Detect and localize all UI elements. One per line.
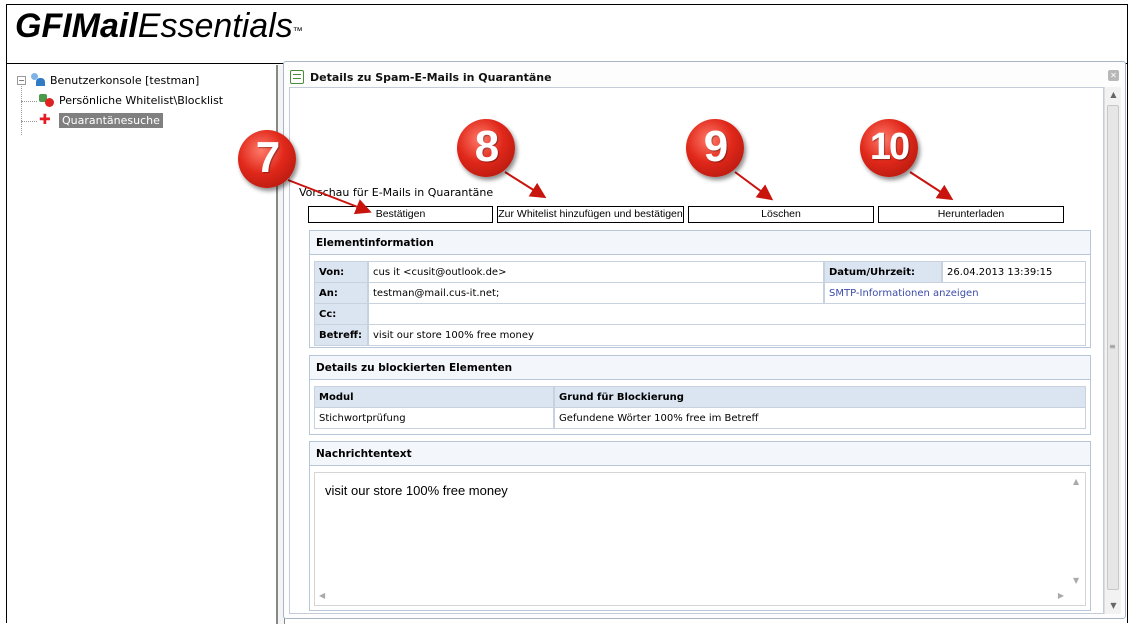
scrollbar-grip-icon: ≡ bbox=[1109, 342, 1116, 351]
section-title: Nachrichtentext bbox=[310, 442, 1090, 466]
callout-number: 9 bbox=[703, 122, 728, 171]
section-title: Elementinformation bbox=[310, 231, 1090, 255]
scroll-left-icon[interactable]: ◀ bbox=[319, 591, 325, 600]
from-value: cus it <cusit@outlook.de> bbox=[368, 261, 824, 283]
table-cell-module: Stichwortprüfung bbox=[314, 407, 554, 429]
tree-item-label: Persönliche Whitelist\Blocklist bbox=[59, 93, 224, 107]
tree-item-user-console[interactable]: − Benutzerkonsole [testman] bbox=[17, 71, 199, 89]
tree-item-label: Benutzerkonsole [testman] bbox=[50, 73, 200, 87]
cc-label: Cc: bbox=[314, 303, 368, 325]
table-cell-reason: Gefundene Wörter 100% free im Betreff bbox=[554, 407, 1086, 429]
whitelist-confirm-button[interactable]: Zur Whitelist hinzufügen und bestätigen bbox=[497, 206, 684, 223]
panel-title: Details zu Spam-E-Mails in Quarantäne bbox=[290, 68, 552, 86]
whitelist-blocklist-icon bbox=[39, 93, 55, 107]
callout-badge-8: 8 bbox=[457, 119, 515, 177]
tree-connector bbox=[21, 121, 37, 122]
tree-connector bbox=[21, 81, 22, 135]
logo-tm: ™ bbox=[292, 26, 303, 37]
scroll-down-icon[interactable]: ▼ bbox=[1105, 598, 1122, 614]
from-label: Von: bbox=[314, 261, 368, 283]
gfi-mailessentials-logo: GFIMailEssentials™ bbox=[15, 5, 303, 47]
panel-title-text: Details zu Spam-E-Mails in Quarantäne bbox=[310, 70, 552, 84]
logo-essentials: Essentials bbox=[137, 7, 293, 45]
callout-number: 7 bbox=[255, 133, 280, 182]
message-body-area[interactable]: visit our store 100% free money ▲ ▼ ◀ ▶ bbox=[314, 472, 1086, 606]
tree-item-label: Quarantänesuche bbox=[59, 112, 163, 128]
callout-number: 10 bbox=[869, 126, 910, 168]
download-button[interactable]: Herunterladen bbox=[878, 206, 1064, 223]
confirm-button[interactable]: Bestätigen bbox=[308, 206, 493, 223]
message-horizontal-scrollbar[interactable]: ◀ ▶ bbox=[315, 588, 1068, 605]
tree-connector bbox=[21, 101, 37, 102]
subject-label: Betreff: bbox=[314, 324, 368, 346]
collapse-icon[interactable]: − bbox=[17, 75, 26, 85]
tree-item-quarantine-search[interactable]: ✚ Quarantänesuche bbox=[39, 111, 163, 129]
callout-badge-10: 10 bbox=[860, 119, 918, 177]
delete-button[interactable]: Löschen bbox=[688, 206, 874, 223]
blocked-elements-section: Details zu blockierten Elementen Modul G… bbox=[309, 355, 1091, 435]
tree-item-whitelist-blocklist[interactable]: Persönliche Whitelist\Blocklist bbox=[39, 91, 223, 109]
date-label: Datum/Uhrzeit: bbox=[824, 261, 942, 283]
close-panel-button[interactable]: ✕ bbox=[1108, 70, 1119, 81]
to-value: testman@mail.cus-it.net; bbox=[368, 282, 824, 304]
subject-value: visit our store 100% free money bbox=[368, 324, 1086, 346]
cc-value bbox=[368, 303, 1086, 325]
users-icon bbox=[30, 73, 46, 87]
message-text-section: Nachrichtentext visit our store 100% fre… bbox=[309, 441, 1091, 611]
reason-column-header: Grund für Blockierung bbox=[554, 386, 1086, 408]
callout-number: 8 bbox=[474, 122, 499, 171]
logo-gfi: GFI bbox=[15, 7, 72, 45]
scroll-up-icon[interactable]: ▲ bbox=[1105, 87, 1122, 103]
message-vertical-scrollbar[interactable]: ▲ ▼ bbox=[1068, 473, 1085, 605]
date-value: 26.04.2013 13:39:15 bbox=[942, 261, 1086, 283]
panel-vertical-scrollbar[interactable]: ▲ ≡ ▼ bbox=[1104, 87, 1121, 614]
section-title: Details zu blockierten Elementen bbox=[310, 356, 1090, 380]
callout-badge-7: 7 bbox=[238, 130, 296, 188]
document-icon bbox=[290, 70, 304, 84]
message-body: visit our store 100% free money bbox=[325, 483, 508, 498]
navigation-tree: − Benutzerkonsole [testman] Persönliche … bbox=[9, 65, 277, 624]
scroll-up-icon[interactable]: ▲ bbox=[1073, 477, 1079, 486]
element-information-section: Elementinformation Von: cus it <cusit@ou… bbox=[309, 230, 1091, 348]
module-column-header: Modul bbox=[314, 386, 554, 408]
preview-label: Vorschau für E-Mails in Quarantäne bbox=[299, 186, 494, 199]
scroll-right-icon[interactable]: ▶ bbox=[1058, 591, 1064, 600]
quarantine-search-icon: ✚ bbox=[39, 112, 51, 128]
logo-mail: Mail bbox=[71, 7, 138, 45]
to-label: An: bbox=[314, 282, 368, 304]
smtp-info-link[interactable]: SMTP-Informationen anzeigen bbox=[824, 282, 1086, 304]
callout-badge-9: 9 bbox=[686, 119, 744, 177]
scroll-down-icon[interactable]: ▼ bbox=[1073, 576, 1079, 585]
